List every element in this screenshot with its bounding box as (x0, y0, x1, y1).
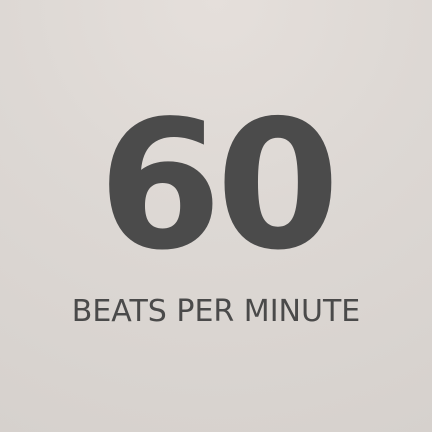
bpm-label: BEATS PER MINUTE (71, 294, 361, 329)
bpm-value: 60 (98, 82, 340, 289)
bpm-screen: 60 BEATS PER MINUTE (0, 0, 432, 432)
